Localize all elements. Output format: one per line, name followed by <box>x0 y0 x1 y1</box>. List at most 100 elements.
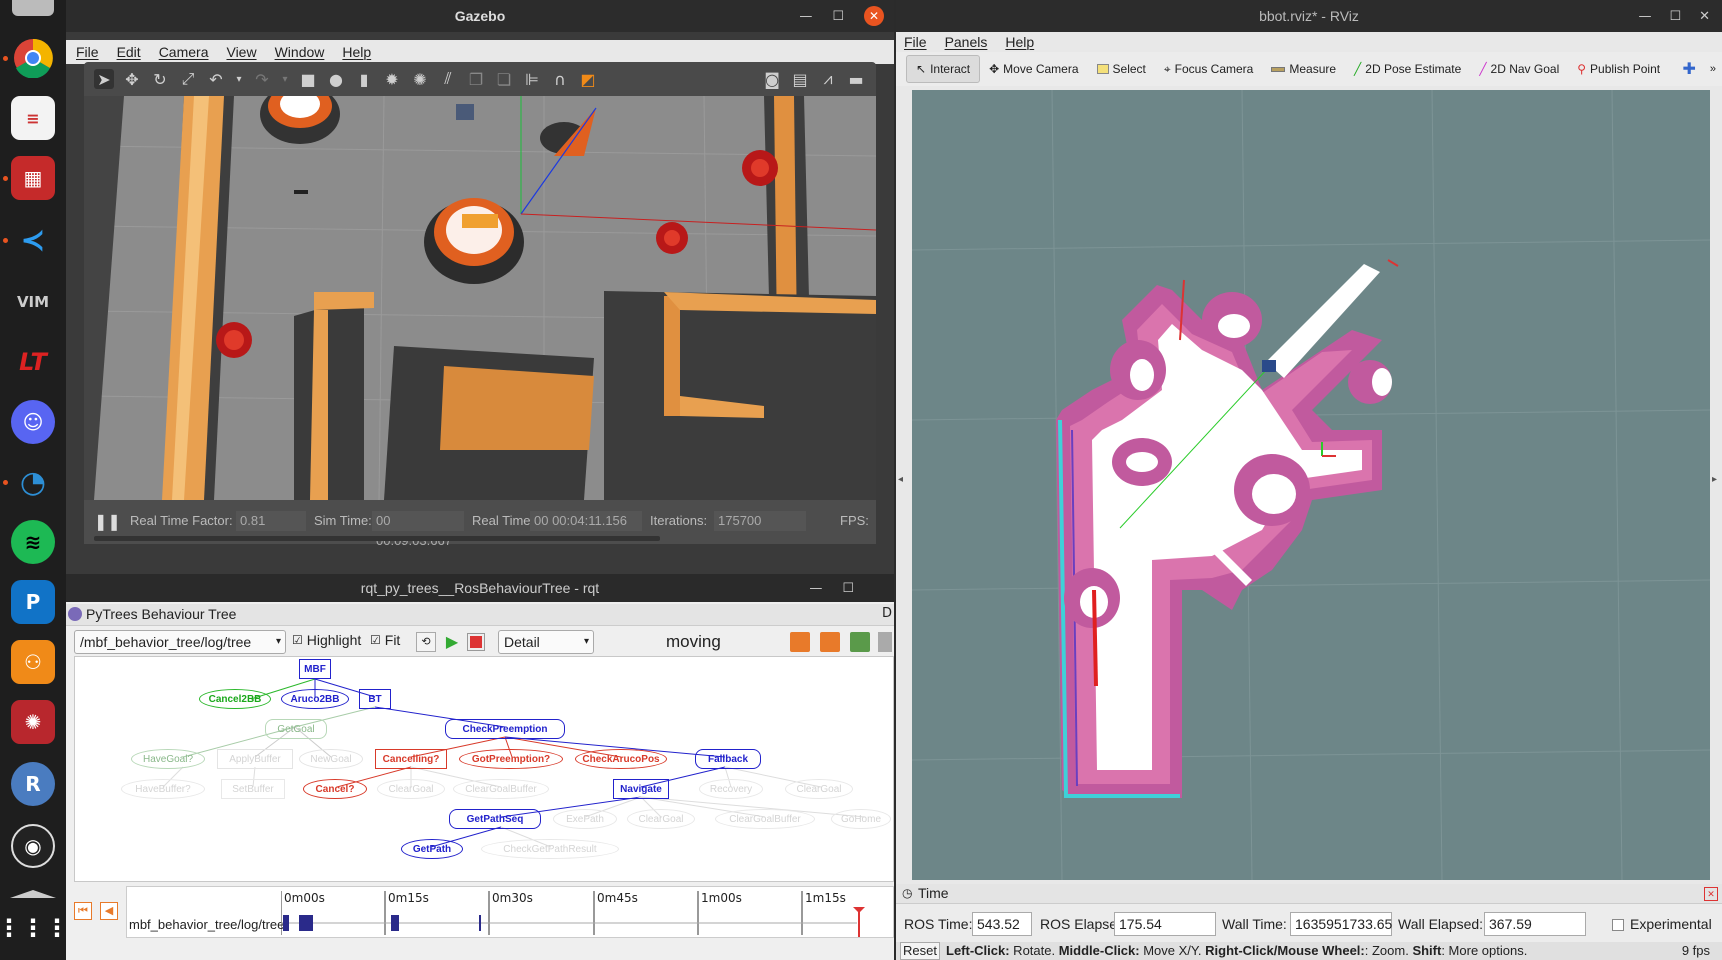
tree-node-cancel[interactable]: Cancel? <box>303 779 367 799</box>
vim-app-icon[interactable]: VIM <box>11 280 55 324</box>
text-editor-icon[interactable]: ≡ <box>11 96 55 140</box>
tree-node-getpathseq[interactable]: GetPathSeq <box>449 809 541 829</box>
menu-view[interactable]: View <box>226 44 256 60</box>
pause-icon[interactable]: ❚❚ <box>94 512 121 532</box>
tree-node-getpath[interactable]: GetPath <box>401 839 463 859</box>
menu-help[interactable]: Help <box>342 44 371 60</box>
tree-node-checkgetpathresult[interactable]: CheckGetPathResult <box>481 839 619 859</box>
stop-icon[interactable] <box>467 633 485 651</box>
apps-grid-icon[interactable]: ⋮⋮⋮ <box>0 906 69 950</box>
ros-elapsed-field[interactable]: 175.54 <box>1114 912 1216 936</box>
menu-file[interactable]: File <box>904 34 927 50</box>
tool-publish-point[interactable]: ⚲ Publish Point <box>1568 55 1669 83</box>
timeline-track-area[interactable]: mbf_behavior_tree/log/tree 0m00s 0m15s 0… <box>126 886 894 938</box>
sphere-shape-icon[interactable]: ● <box>326 69 346 89</box>
tree-node-recovery[interactable]: Recovery <box>699 779 763 799</box>
tree-node-gotpreemption[interactable]: GotPreemption? <box>459 749 563 769</box>
right-dock-arrow-icon[interactable]: ▸ <box>1712 474 1717 485</box>
tree-node-getgoal[interactable]: GetGoal <box>265 719 327 739</box>
tree-node-checkpreemption[interactable]: CheckPreemption <box>445 719 565 739</box>
screenshot-icon[interactable]: ◙ <box>762 69 782 89</box>
tool-2d-pose-estimate[interactable]: ╱ 2D Pose Estimate <box>1345 55 1470 83</box>
plugin-close-button[interactable]: D <box>882 606 892 621</box>
vscode-icon[interactable]: ≺ <box>11 218 55 262</box>
mendeley-icon[interactable]: ✺ <box>11 700 55 744</box>
rotate-icon[interactable]: ↻ <box>150 69 170 89</box>
tree-node-applybuffer[interactable]: ApplyBuffer <box>217 749 293 769</box>
tool-focus-camera[interactable]: ⌖ Focus Camera <box>1155 55 1262 83</box>
detail-select[interactable]: Detail ▾ <box>498 630 594 654</box>
redo-icon[interactable]: ↷ <box>252 69 272 89</box>
paste-icon[interactable]: ❏ <box>494 69 514 89</box>
menu-file[interactable]: File <box>76 44 99 60</box>
tree-node-cancel2bb[interactable]: Cancel2BB <box>199 689 271 709</box>
minimize-icon[interactable]: — <box>809 581 822 596</box>
export-image-icon[interactable] <box>850 632 870 652</box>
close-icon[interactable]: ✕ <box>1704 887 1718 901</box>
tree-node-setbuffer[interactable]: SetBuffer <box>221 779 285 799</box>
tree-node-bt[interactable]: BT <box>359 689 391 709</box>
wall-elapsed-field[interactable]: 367.59 <box>1484 912 1586 936</box>
chrome-icon[interactable] <box>11 36 55 80</box>
tool-interact[interactable]: ↖ Interact <box>906 55 981 83</box>
close-icon[interactable]: ✕ <box>864 6 884 26</box>
menu-camera[interactable]: Camera <box>159 44 209 60</box>
record-video-icon[interactable]: ▬ <box>846 69 866 89</box>
left-dock-arrow-icon[interactable]: ◂ <box>898 474 903 485</box>
maximize-icon[interactable]: ☐ <box>842 581 854 596</box>
log-icon[interactable]: ▤ <box>790 69 810 89</box>
jump-to-start-icon[interactable]: ⏮ <box>74 902 92 920</box>
close-icon[interactable]: ✕ <box>1699 9 1710 24</box>
tree-node-havegoal[interactable]: HaveGoal? <box>131 749 205 769</box>
tree-node-fallback[interactable]: Fallback <box>695 749 761 769</box>
fit-checkbox[interactable]: ☑ Fit <box>370 632 400 648</box>
tool-move-camera[interactable]: ✥ Move Camera <box>980 55 1087 83</box>
scale-icon[interactable]: ⤢ <box>178 69 198 89</box>
tree-node-cancelling[interactable]: Cancelling? <box>375 749 447 769</box>
menu-panels[interactable]: Panels <box>945 34 988 50</box>
ci-app-icon[interactable]: ◔ <box>11 460 55 504</box>
behaviour-tree-canvas[interactable]: MBF Cancel2BB Aruco2BB BT GetGoal CheckP… <box>74 656 894 882</box>
experimental-checkbox[interactable] <box>1612 919 1624 931</box>
plot-icon[interactable]: ⩘ <box>818 69 838 89</box>
trash-icon[interactable] <box>12 0 54 16</box>
spot-light-icon[interactable]: ✺ <box>410 69 430 89</box>
change-view-icon[interactable]: ◩ <box>578 69 598 89</box>
cylinder-shape-icon[interactable]: ▮ <box>354 69 374 89</box>
more-icon[interactable] <box>878 632 892 652</box>
box-shape-icon[interactable]: ■ <box>298 69 318 89</box>
tree-node-newgoal[interactable]: NewGoal <box>299 749 363 769</box>
maximize-icon[interactable]: ☐ <box>1669 9 1681 24</box>
tree-node-cleargoalbuffer-1[interactable]: ClearGoalBuffer <box>453 779 549 799</box>
spotify-icon[interactable]: ≋ <box>11 520 55 564</box>
play-icon[interactable]: ▶ <box>442 632 462 652</box>
presentation-icon[interactable]: ▦ <box>11 156 55 200</box>
obs-icon[interactable]: ◉ <box>11 824 55 868</box>
menu-edit[interactable]: Edit <box>117 44 141 60</box>
snap-icon[interactable]: ∩ <box>550 69 570 89</box>
more-tools-icon[interactable]: » <box>1710 63 1716 75</box>
refresh-icon[interactable]: ⟲ <box>416 632 436 652</box>
wall-time-field[interactable]: 1635951733.65 <box>1290 912 1392 936</box>
tree-node-exepath[interactable]: ExePath <box>553 809 617 829</box>
add-tool-icon[interactable]: ✚ <box>1682 59 1695 79</box>
rviz-3d-view[interactable] <box>912 90 1710 880</box>
tree-node-aruco2bb[interactable]: Aruco2BB <box>281 689 349 709</box>
directional-light-icon[interactable]: ⫽ <box>438 69 458 89</box>
select-mode-icon[interactable]: ➤ <box>94 69 114 89</box>
tree-node-havebuffer[interactable]: HaveBuffer? <box>121 779 205 799</box>
highlight-checkbox[interactable]: ☑ Highlight <box>292 632 361 648</box>
redo-dropdown-icon[interactable]: ▾ <box>280 69 290 89</box>
tool-measure[interactable]: Measure <box>1262 55 1345 83</box>
gazebo-3d-viewport[interactable] <box>84 96 876 500</box>
tree-node-gohome[interactable]: GoHome <box>831 809 891 829</box>
tree-node-cleargoal-2[interactable]: ClearGoal <box>785 779 853 799</box>
network-app-icon[interactable]: ⚇ <box>11 640 55 684</box>
tree-node-cleargoal-3[interactable]: ClearGoal <box>627 809 695 829</box>
copy-icon[interactable]: ❐ <box>466 69 486 89</box>
point-light-icon[interactable]: ✹ <box>382 69 402 89</box>
horizontal-scrollbar[interactable] <box>94 536 660 541</box>
topic-select[interactable]: /mbf_behavior_tree/log/tree ▾ <box>74 630 286 654</box>
minimize-icon[interactable]: — <box>799 9 812 24</box>
lt-app-icon[interactable]: LT <box>11 340 55 384</box>
